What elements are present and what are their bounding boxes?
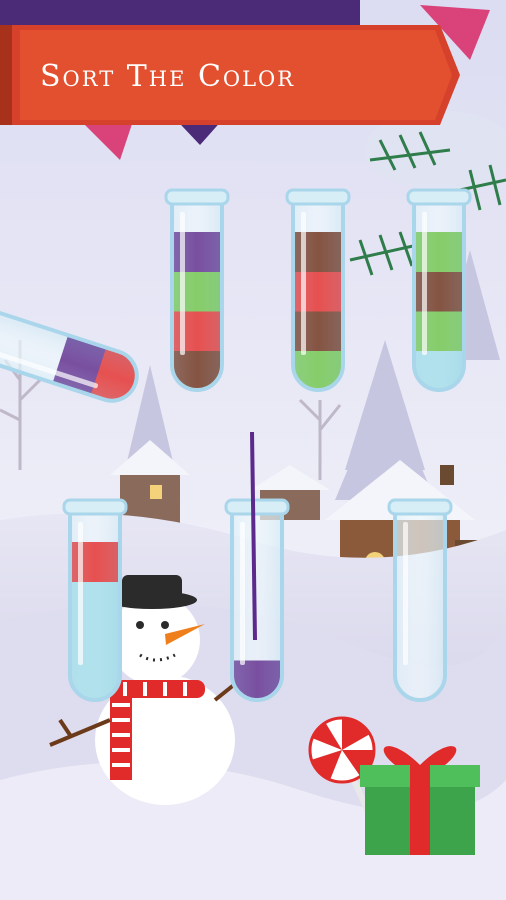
game-scene [0,0,506,900]
tube-3[interactable] [406,188,472,392]
tube-5[interactable] [62,498,128,702]
tube-1[interactable] [164,188,230,392]
tube-6[interactable] [224,498,290,702]
title-text: Sort The Color [40,59,296,94]
tube-7[interactable] [387,498,453,702]
tube-2[interactable] [285,188,351,392]
